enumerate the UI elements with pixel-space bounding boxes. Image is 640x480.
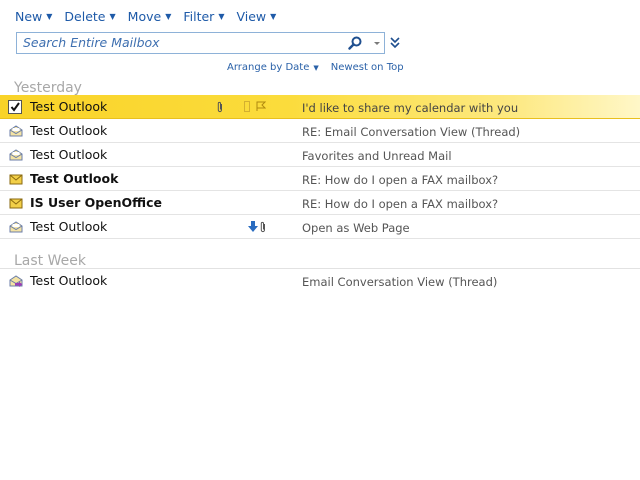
closed-envelope-icon: [9, 198, 23, 209]
group-header-last-week[interactable]: Last Week: [14, 253, 86, 269]
message-subject: Favorites and Unread Mail: [302, 149, 452, 163]
message-subject: RE: Email Conversation View (Thread): [302, 125, 521, 139]
toolbar: New ▼ Delete ▼ Move ▼ Filter ▼ View ▼: [15, 7, 288, 25]
move-menu-button[interactable]: Move ▼: [128, 9, 172, 24]
message-subject: Open as Web Page: [302, 221, 410, 235]
message-row[interactable]: IS User OpenOffice RE: How do I open a F…: [0, 191, 640, 215]
double-chevron-down-icon[interactable]: [390, 37, 400, 49]
message-row[interactable]: Test Outlook I'd like to share my calend…: [0, 95, 640, 119]
message-row[interactable]: Test Outlook Open as Web Page: [0, 215, 640, 239]
move-menu-label: Move: [127, 8, 162, 24]
forwarded-envelope-icon: [9, 275, 23, 287]
chevron-down-icon: ▼: [270, 11, 277, 21]
new-menu-label: New: [15, 8, 43, 24]
chevron-down-icon: ▼: [109, 11, 116, 21]
view-menu-label: View: [236, 8, 267, 24]
message-sender: Test Outlook: [30, 123, 108, 138]
checkbox-icon[interactable]: [8, 100, 22, 114]
search-options-chevron-icon[interactable]: [374, 42, 380, 45]
flag-icon[interactable]: [256, 101, 266, 111]
filter-menu-button[interactable]: Filter ▼: [183, 9, 224, 24]
delete-menu-button[interactable]: Delete ▼: [64, 9, 115, 24]
filter-menu-label: Filter: [183, 8, 215, 24]
search-box[interactable]: Search Entire Mailbox: [16, 32, 385, 54]
closed-envelope-icon: [9, 174, 23, 185]
chevron-down-icon: ▼: [165, 11, 172, 21]
search-input[interactable]: Search Entire Mailbox: [23, 35, 160, 50]
chevron-down-icon[interactable]: ▼: [313, 64, 318, 72]
message-subject: RE: How do I open a FAX mailbox?: [302, 197, 499, 211]
drag-handle-icon[interactable]: [244, 101, 250, 112]
open-envelope-icon: [9, 125, 23, 137]
message-sender: Test Outlook: [30, 219, 108, 234]
message-subject: I'd like to share my calendar with you: [302, 101, 519, 115]
group-header-yesterday[interactable]: Yesterday: [14, 80, 82, 96]
paperclip-icon: [260, 221, 265, 233]
message-sender: Test Outlook: [30, 171, 119, 186]
paperclip-icon: [217, 101, 222, 113]
search-icon[interactable]: [348, 36, 362, 50]
message-row[interactable]: Test Outlook Favorites and Unread Mail: [0, 143, 640, 167]
message-row[interactable]: Test Outlook RE: Email Conversation View…: [0, 119, 640, 143]
sort-order-button[interactable]: Newest on Top: [331, 62, 404, 73]
message-row[interactable]: Test Outlook RE: How do I open a FAX mai…: [0, 167, 640, 191]
download-arrow-icon: [248, 221, 258, 232]
view-menu-button[interactable]: View ▼: [236, 9, 276, 24]
message-subject: Email Conversation View (Thread): [302, 275, 498, 289]
chevron-down-icon: ▼: [218, 11, 225, 21]
open-envelope-icon: [9, 149, 23, 161]
new-menu-button[interactable]: New ▼: [15, 9, 52, 24]
message-subject: RE: How do I open a FAX mailbox?: [302, 173, 499, 187]
message-sender: Test Outlook: [30, 147, 108, 162]
open-envelope-icon: [9, 221, 23, 233]
chevron-down-icon: ▼: [46, 11, 53, 21]
message-sender: Test Outlook: [30, 99, 108, 114]
arrange-bar: Arrange by Date ▼ Newest on Top: [227, 62, 404, 73]
message-sender: IS User OpenOffice: [30, 195, 162, 210]
message-row[interactable]: Test Outlook Email Conversation View (Th…: [0, 269, 640, 293]
message-sender: Test Outlook: [30, 273, 108, 288]
delete-menu-label: Delete: [64, 8, 106, 24]
arrange-by-button[interactable]: Arrange by Date: [227, 62, 309, 73]
